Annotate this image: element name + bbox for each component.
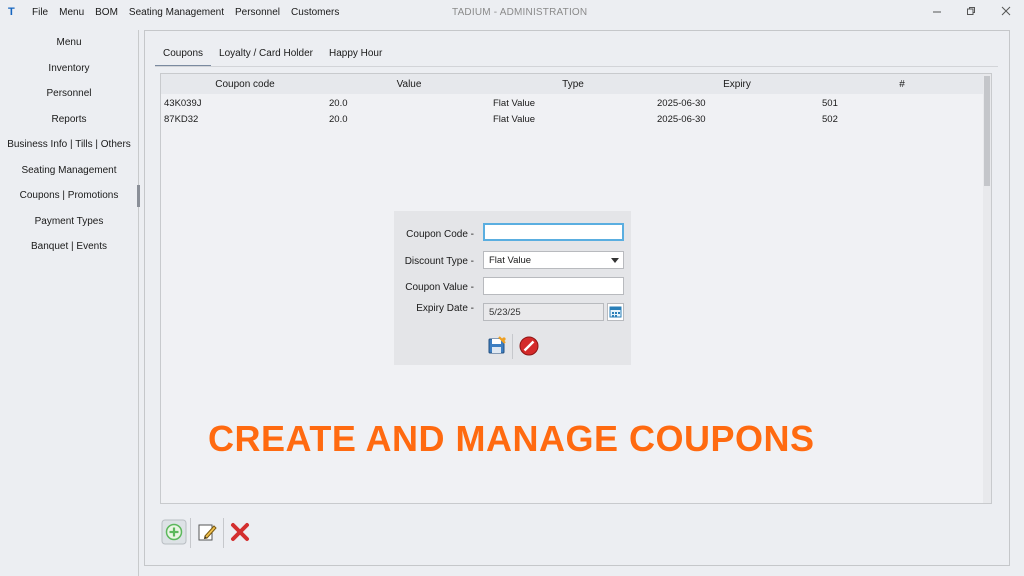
discount-type-select[interactable]: Flat Value [483, 251, 624, 269]
chevron-down-icon [611, 258, 619, 263]
sidebar-item-business-info[interactable]: Business Info | Tills | Others [0, 132, 138, 158]
column-header-coupon-code[interactable]: Coupon code [215, 79, 275, 90]
sidebar-item-reports[interactable]: Reports [0, 107, 138, 133]
table-row[interactable]: 87KD32 20.0 Flat Value 2025-06-30 502 [161, 112, 983, 128]
column-header-type[interactable]: Type [557, 79, 589, 90]
table-row[interactable]: 43K039J 20.0 Flat Value 2025-06-30 501 [161, 96, 983, 112]
sidebar-item-seating-management[interactable]: Seating Management [0, 158, 138, 184]
window-title: TADIUM - ADMINISTRATION [452, 7, 588, 18]
calendar-icon [609, 306, 622, 318]
cell-expiry: 2025-06-30 [657, 114, 706, 125]
coupon-code-input[interactable] [483, 223, 624, 241]
menu-menu[interactable]: Menu [59, 7, 84, 18]
menu-customers[interactable]: Customers [291, 7, 339, 18]
minimize-icon[interactable] [928, 4, 946, 20]
coupon-code-label: Coupon Code - [406, 229, 474, 240]
save-button[interactable] [486, 335, 508, 357]
menu-seating-management[interactable]: Seating Management [129, 7, 224, 18]
discount-type-value: Flat Value [489, 255, 532, 266]
calendar-button[interactable] [607, 303, 624, 321]
edit-button[interactable] [193, 514, 221, 550]
sidebar-item-personnel[interactable]: Personnel [0, 81, 138, 107]
scrollbar-thumb[interactable] [984, 76, 990, 186]
column-header-expiry[interactable]: Expiry [717, 79, 757, 90]
cell-coupon-code: 87KD32 [164, 114, 199, 125]
toolbar-divider [223, 518, 224, 548]
tabs-divider [155, 66, 998, 67]
add-button[interactable] [160, 514, 188, 550]
table-header: Coupon code Value Type Expiry # [161, 74, 983, 94]
cell-expiry: 2025-06-30 [657, 98, 706, 109]
restore-icon[interactable] [962, 4, 980, 20]
sidebar: Menu Inventory Personnel Reports Busines… [0, 30, 140, 576]
cell-value: 20.0 [329, 114, 348, 125]
delete-button[interactable] [226, 514, 254, 550]
menu-bom[interactable]: BOM [95, 7, 118, 18]
sidebar-item-payment-types[interactable]: Payment Types [0, 209, 138, 235]
coupon-value-label: Coupon Value - [405, 282, 474, 293]
cell-number: 502 [822, 114, 838, 125]
cell-type: Flat Value [493, 98, 536, 109]
expiry-date-value: 5/23/25 [489, 307, 521, 318]
tab-loyalty-card-holder[interactable]: Loyalty / Card Holder [211, 42, 321, 66]
title-bar: T File Menu BOM Seating Management Perso… [0, 0, 1024, 26]
expiry-date-field[interactable]: 5/23/25 [483, 303, 604, 321]
form-button-divider [512, 334, 513, 359]
tab-coupons[interactable]: Coupons [155, 42, 212, 67]
cell-number: 501 [822, 98, 838, 109]
sidebar-item-banquet-events[interactable]: Banquet | Events [0, 234, 138, 260]
sidebar-item-coupons-promotions[interactable]: Coupons | Promotions [0, 183, 140, 209]
menu-personnel[interactable]: Personnel [235, 7, 280, 18]
menu-bar: File Menu BOM Seating Management Personn… [32, 7, 339, 18]
coupon-form: Coupon Code - Discount Type - Flat Value… [394, 211, 631, 365]
column-header-number[interactable]: # [896, 79, 908, 90]
cell-coupon-code: 43K039J [164, 98, 202, 109]
sidebar-item-menu[interactable]: Menu [0, 30, 138, 56]
cell-type: Flat Value [493, 114, 536, 125]
delete-icon [231, 523, 249, 541]
tab-happy-hour[interactable]: Happy Hour [321, 42, 390, 66]
menu-file[interactable]: File [32, 7, 48, 18]
save-icon [488, 336, 506, 354]
tab-bar: Coupons Loyalty / Card Holder Happy Hour [155, 42, 390, 67]
add-icon [161, 519, 187, 545]
toolbar-divider [190, 518, 191, 548]
expiry-date-label: Expiry Date - [416, 303, 474, 314]
coupon-value-input[interactable] [483, 277, 624, 295]
vertical-scrollbar[interactable] [983, 74, 991, 503]
promo-caption: CREATE AND MANAGE COUPONS [208, 418, 815, 459]
close-icon[interactable] [997, 4, 1015, 20]
sidebar-item-inventory[interactable]: Inventory [0, 56, 138, 82]
cancel-button[interactable] [518, 335, 540, 357]
cell-value: 20.0 [329, 98, 348, 109]
column-header-value[interactable]: Value [391, 79, 427, 90]
discount-type-label: Discount Type - [404, 256, 474, 267]
app-logo: T [8, 6, 15, 18]
cancel-icon [519, 336, 539, 356]
edit-icon [198, 524, 217, 541]
